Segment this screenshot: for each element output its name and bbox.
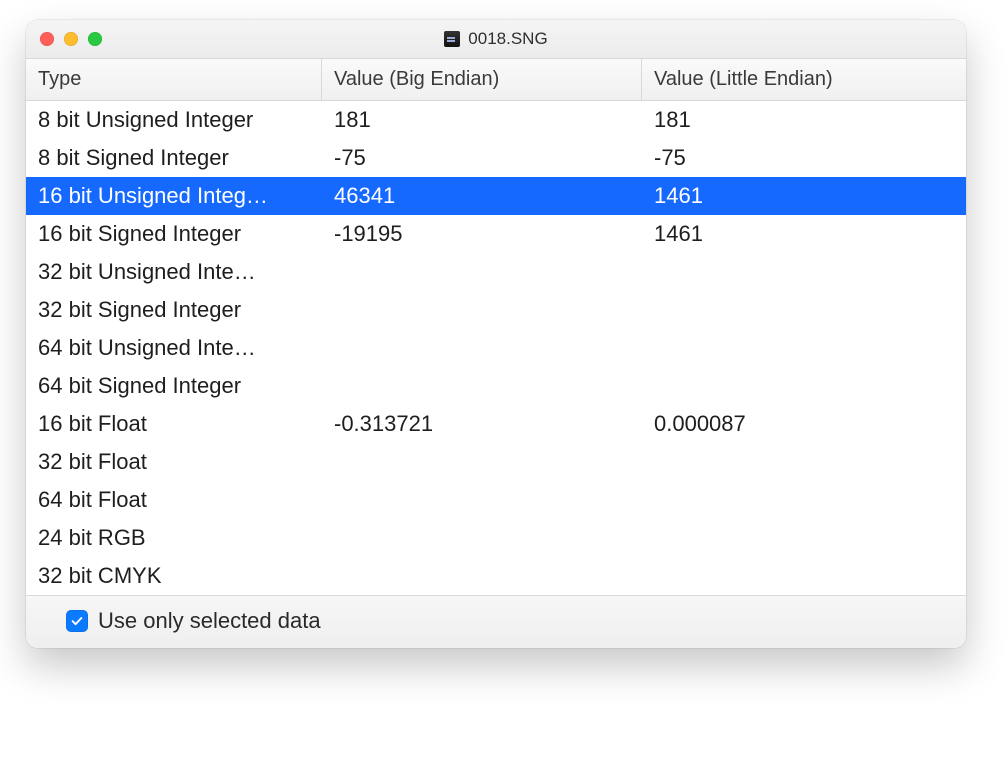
cell-type: 32 bit Signed Integer xyxy=(26,297,322,323)
cell-little-endian: 181 xyxy=(642,107,966,133)
table-row[interactable]: 16 bit Float-0.3137210.000087 xyxy=(26,405,966,443)
cell-little-endian: 1461 xyxy=(642,183,966,209)
table-row[interactable]: 64 bit Float xyxy=(26,481,966,519)
minimize-icon[interactable] xyxy=(64,32,78,46)
cell-type: 16 bit Unsigned Integ… xyxy=(26,183,322,209)
table-row[interactable]: 8 bit Unsigned Integer181181 xyxy=(26,101,966,139)
window: 0018.SNG Type Value (Big Endian) Value (… xyxy=(26,20,966,648)
cell-type: 64 bit Signed Integer xyxy=(26,373,322,399)
window-title: 0018.SNG xyxy=(468,29,547,49)
cell-little-endian: -75 xyxy=(642,145,966,171)
cell-type: 64 bit Float xyxy=(26,487,322,513)
cell-type: 24 bit RGB xyxy=(26,525,322,551)
table-body: 8 bit Unsigned Integer1811818 bit Signed… xyxy=(26,101,966,595)
column-header-little[interactable]: Value (Little Endian) xyxy=(642,59,966,100)
cell-type: 32 bit CMYK xyxy=(26,563,322,589)
use-selected-checkbox[interactable] xyxy=(66,610,88,632)
footer: Use only selected data xyxy=(26,595,966,648)
cell-type: 8 bit Unsigned Integer xyxy=(26,107,322,133)
column-header-big[interactable]: Value (Big Endian) xyxy=(322,59,642,100)
cell-type: 16 bit Signed Integer xyxy=(26,221,322,247)
cell-big-endian: -0.313721 xyxy=(322,411,642,437)
close-icon[interactable] xyxy=(40,32,54,46)
cell-big-endian: 46341 xyxy=(322,183,642,209)
cell-type: 8 bit Signed Integer xyxy=(26,145,322,171)
table-row[interactable]: 16 bit Signed Integer-191951461 xyxy=(26,215,966,253)
column-header-type[interactable]: Type xyxy=(26,59,322,100)
table-row[interactable]: 8 bit Signed Integer-75-75 xyxy=(26,139,966,177)
checkmark-icon xyxy=(70,614,84,628)
zoom-icon[interactable] xyxy=(88,32,102,46)
cell-big-endian: 181 xyxy=(322,107,642,133)
cell-little-endian: 1461 xyxy=(642,221,966,247)
table-row[interactable]: 32 bit Unsigned Inte… xyxy=(26,253,966,291)
table-row[interactable]: 16 bit Unsigned Integ…463411461 xyxy=(26,177,966,215)
table-row[interactable]: 32 bit Signed Integer xyxy=(26,291,966,329)
table-row[interactable]: 64 bit Signed Integer xyxy=(26,367,966,405)
table-row[interactable]: 24 bit RGB xyxy=(26,519,966,557)
document-icon xyxy=(444,31,460,47)
table-header: Type Value (Big Endian) Value (Little En… xyxy=(26,59,966,101)
cell-type: 64 bit Unsigned Inte… xyxy=(26,335,322,361)
table-row[interactable]: 64 bit Unsigned Inte… xyxy=(26,329,966,367)
cell-type: 16 bit Float xyxy=(26,411,322,437)
titlebar: 0018.SNG xyxy=(26,20,966,59)
use-selected-label: Use only selected data xyxy=(98,608,321,634)
table-row[interactable]: 32 bit CMYK xyxy=(26,557,966,595)
cell-type: 32 bit Float xyxy=(26,449,322,475)
cell-little-endian: 0.000087 xyxy=(642,411,966,437)
cell-big-endian: -75 xyxy=(322,145,642,171)
table-row[interactable]: 32 bit Float xyxy=(26,443,966,481)
cell-big-endian: -19195 xyxy=(322,221,642,247)
cell-type: 32 bit Unsigned Inte… xyxy=(26,259,322,285)
